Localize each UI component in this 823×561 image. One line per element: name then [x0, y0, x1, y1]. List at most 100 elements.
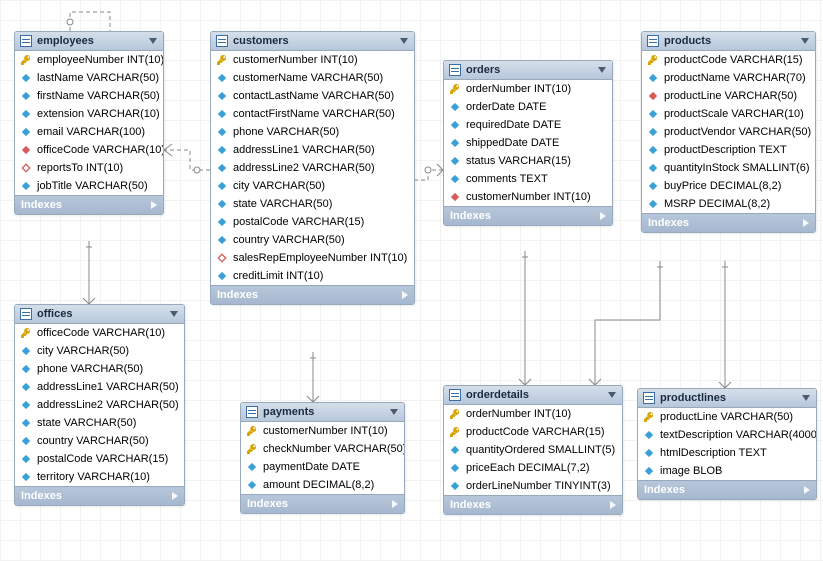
fk-diamond-icon — [647, 90, 659, 102]
indexes-section[interactable]: Indexes — [638, 480, 816, 499]
column-row[interactable]: shippedDate DATE — [444, 134, 612, 152]
column-row[interactable]: orderNumber INT(10) — [444, 405, 622, 423]
column-row[interactable]: addressLine2 VARCHAR(50) — [211, 159, 414, 177]
chevron-down-icon — [390, 409, 398, 415]
table-header[interactable]: payments — [241, 403, 404, 422]
table-header[interactable]: productlines — [638, 389, 816, 408]
table-products[interactable]: productsproductCode VARCHAR(15)productNa… — [641, 31, 816, 233]
column-row[interactable]: productName VARCHAR(70) — [642, 69, 815, 87]
column-row[interactable]: firstName VARCHAR(50) — [15, 87, 163, 105]
column-row[interactable]: state VARCHAR(50) — [211, 195, 414, 213]
column-row[interactable]: productLine VARCHAR(50) — [638, 408, 816, 426]
column-row[interactable]: postalCode VARCHAR(15) — [211, 213, 414, 231]
column-row[interactable]: addressLine2 VARCHAR(50) — [15, 396, 184, 414]
column-row[interactable]: customerNumber INT(10) — [241, 422, 404, 440]
column-row[interactable]: email VARCHAR(100) — [15, 123, 163, 141]
indexes-section[interactable]: Indexes — [241, 494, 404, 513]
column-row[interactable]: orderNumber INT(10) — [444, 80, 612, 98]
column-text: productScale VARCHAR(10) — [664, 108, 804, 120]
table-productlines[interactable]: productlinesproductLine VARCHAR(50)textD… — [637, 388, 817, 500]
table-title: orders — [466, 64, 500, 76]
column-row[interactable]: comments TEXT — [444, 170, 612, 188]
column-row[interactable]: phone VARCHAR(50) — [15, 360, 184, 378]
column-row[interactable]: quantityOrdered SMALLINT(5) — [444, 441, 622, 459]
column-row[interactable]: jobTitle VARCHAR(50) — [15, 177, 163, 195]
indexes-section[interactable]: Indexes — [444, 495, 622, 514]
diamond-icon — [643, 447, 655, 459]
column-row[interactable]: lastName VARCHAR(50) — [15, 69, 163, 87]
column-row[interactable]: postalCode VARCHAR(15) — [15, 450, 184, 468]
column-row[interactable]: MSRP DECIMAL(8,2) — [642, 195, 815, 213]
table-orderdetails[interactable]: orderdetailsorderNumber INT(10)productCo… — [443, 385, 623, 515]
table-header[interactable]: customers — [211, 32, 414, 51]
column-row[interactable]: territory VARCHAR(10) — [15, 468, 184, 486]
column-text: productDescription TEXT — [664, 144, 787, 156]
column-row[interactable]: customerNumber INT(10) — [211, 51, 414, 69]
column-row[interactable]: contactFirstName VARCHAR(50) — [211, 105, 414, 123]
column-row[interactable]: quantityInStock SMALLINT(6) — [642, 159, 815, 177]
column-row[interactable]: country VARCHAR(50) — [15, 432, 184, 450]
column-row[interactable]: amount DECIMAL(8,2) — [241, 476, 404, 494]
column-row[interactable]: customerNumber INT(10) — [444, 188, 612, 206]
column-row[interactable]: priceEach DECIMAL(7,2) — [444, 459, 622, 477]
column-row[interactable]: city VARCHAR(50) — [211, 177, 414, 195]
column-row[interactable]: extension VARCHAR(10) — [15, 105, 163, 123]
column-row[interactable]: textDescription VARCHAR(4000) — [638, 426, 816, 444]
column-row[interactable]: reportsTo INT(10) — [15, 159, 163, 177]
column-row[interactable]: salesRepEmployeeNumber INT(10) — [211, 249, 414, 267]
column-row[interactable]: productCode VARCHAR(15) — [444, 423, 622, 441]
column-row[interactable]: requiredDate DATE — [444, 116, 612, 134]
indexes-section[interactable]: Indexes — [444, 206, 612, 225]
table-header[interactable]: offices — [15, 305, 184, 324]
table-title: payments — [263, 406, 314, 418]
indexes-section[interactable]: Indexes — [15, 486, 184, 505]
column-row[interactable]: customerName VARCHAR(50) — [211, 69, 414, 87]
column-text: quantityInStock SMALLINT(6) — [664, 162, 810, 174]
table-icon — [449, 389, 461, 401]
table-header[interactable]: orders — [444, 61, 612, 80]
diamond-icon — [20, 471, 32, 483]
column-row[interactable]: productLine VARCHAR(50) — [642, 87, 815, 105]
indexes-section[interactable]: Indexes — [15, 195, 163, 214]
column-row[interactable]: creditLimit INT(10) — [211, 267, 414, 285]
column-row[interactable]: officeCode VARCHAR(10) — [15, 141, 163, 159]
table-payments[interactable]: payments customerNumber INT(10)checkNumbe… — [240, 402, 405, 514]
diamond-icon — [216, 108, 228, 120]
indexes-section[interactable]: Indexes — [642, 213, 815, 232]
column-row[interactable]: orderDate DATE — [444, 98, 612, 116]
table-customers[interactable]: customerscustomerNumber INT(10)customerN… — [210, 31, 415, 305]
triangle-right-icon — [402, 291, 408, 299]
table-orders[interactable]: orders orderNumber INT(10)orderDate DATEr… — [443, 60, 613, 226]
column-row[interactable]: officeCode VARCHAR(10) — [15, 324, 184, 342]
table-offices[interactable]: officesofficeCode VARCHAR(10)city VARCHA… — [14, 304, 185, 506]
column-row[interactable]: orderLineNumber TINYINT(3) — [444, 477, 622, 495]
diamond-icon — [20, 417, 32, 429]
column-row[interactable]: addressLine1 VARCHAR(50) — [211, 141, 414, 159]
table-icon — [647, 35, 659, 47]
column-row[interactable]: productDescription TEXT — [642, 141, 815, 159]
column-row[interactable]: image BLOB — [638, 462, 816, 480]
column-row[interactable]: checkNumber VARCHAR(50) — [241, 440, 404, 458]
column-row[interactable]: contactLastName VARCHAR(50) — [211, 87, 414, 105]
column-text: addressLine1 VARCHAR(50) — [233, 144, 375, 156]
column-row[interactable]: phone VARCHAR(50) — [211, 123, 414, 141]
column-row[interactable]: addressLine1 VARCHAR(50) — [15, 378, 184, 396]
table-header[interactable]: orderdetails — [444, 386, 622, 405]
column-row[interactable]: productCode VARCHAR(15) — [642, 51, 815, 69]
triangle-right-icon — [803, 219, 809, 227]
column-row[interactable]: paymentDate DATE — [241, 458, 404, 476]
column-row[interactable]: productScale VARCHAR(10) — [642, 105, 815, 123]
table-header[interactable]: products — [642, 32, 815, 51]
column-row[interactable]: buyPrice DECIMAL(8,2) — [642, 177, 815, 195]
column-row[interactable]: country VARCHAR(50) — [211, 231, 414, 249]
column-row[interactable]: status VARCHAR(15) — [444, 152, 612, 170]
column-row[interactable]: state VARCHAR(50) — [15, 414, 184, 432]
indexes-section[interactable]: Indexes — [211, 285, 414, 304]
table-header[interactable]: employees — [15, 32, 163, 51]
table-employees[interactable]: employeesemployeeNumber INT(10)lastName … — [14, 31, 164, 215]
column-row[interactable]: htmlDescription TEXT — [638, 444, 816, 462]
column-row[interactable]: productVendor VARCHAR(50) — [642, 123, 815, 141]
diamond-icon — [216, 144, 228, 156]
column-row[interactable]: city VARCHAR(50) — [15, 342, 184, 360]
column-row[interactable]: employeeNumber INT(10) — [15, 51, 163, 69]
